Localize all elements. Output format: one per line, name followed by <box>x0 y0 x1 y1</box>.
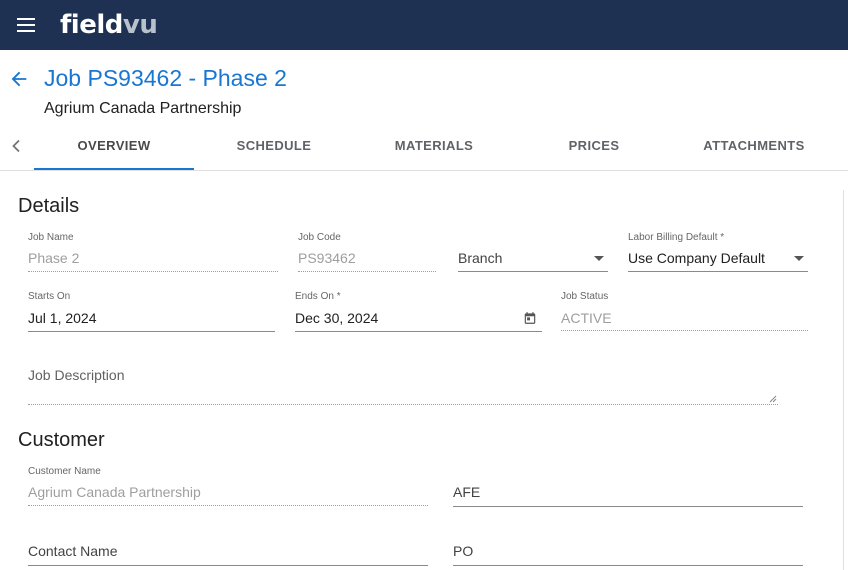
tab-bar: OVERVIEW SCHEDULE MATERIALS PRICES ATTAC… <box>0 122 848 171</box>
page-subtitle: Agrium Canada Partnership <box>44 100 242 117</box>
branch-select[interactable]: Branch <box>458 232 608 272</box>
customer-section-title: Customer <box>18 429 105 451</box>
afe-input[interactable]: AFE <box>453 466 803 507</box>
job-status-underline <box>561 330 808 331</box>
job-status-value: ACTIVE <box>561 310 612 326</box>
arrow-left-icon[interactable] <box>8 68 30 90</box>
job-code-field: Job Code PS93462 <box>298 232 436 272</box>
caret-down-icon[interactable] <box>794 256 804 261</box>
ends-on-value: Dec 30, 2024 <box>295 310 379 326</box>
labor-billing-label: Labor Billing Default * <box>628 232 725 243</box>
labor-billing-value: Use Company Default <box>628 250 765 266</box>
job-code-label: Job Code <box>298 232 341 243</box>
active-tab-indicator <box>34 168 194 170</box>
job-name-underline <box>28 271 278 272</box>
afe-underline <box>453 506 803 507</box>
job-status-field: Job Status ACTIVE <box>561 291 808 331</box>
calendar-icon[interactable] <box>523 311 537 325</box>
ends-on-underline <box>295 331 542 332</box>
fieldvu-logo[interactable]: fieldvu <box>60 9 158 41</box>
customer-name-label: Customer Name <box>28 466 101 477</box>
job-name-field: Job Name Phase 2 <box>28 232 278 272</box>
starts-on-value: Jul 1, 2024 <box>28 310 97 326</box>
contact-name-underline <box>28 565 428 566</box>
job-description-textarea[interactable]: Job Description <box>28 367 778 405</box>
po-input[interactable]: PO <box>453 525 803 566</box>
starts-on-field[interactable]: Starts On Jul 1, 2024 <box>28 291 275 332</box>
labor-billing-select[interactable]: Labor Billing Default * Use Company Defa… <box>628 232 808 272</box>
resize-grip-icon[interactable] <box>769 395 777 403</box>
customer-name-underline <box>28 505 428 506</box>
tab-materials[interactable]: MATERIALS <box>354 122 514 170</box>
starts-on-label: Starts On <box>28 291 71 302</box>
tab-overview[interactable]: OVERVIEW <box>34 122 194 170</box>
contact-name-input[interactable]: Contact Name <box>28 525 428 566</box>
customer-name-value: Agrium Canada Partnership <box>28 484 201 500</box>
customer-name-field: Customer Name Agrium Canada Partnership <box>28 466 428 506</box>
tab-schedule[interactable]: SCHEDULE <box>194 122 354 170</box>
job-status-label: Job Status <box>561 291 609 302</box>
afe-placeholder: AFE <box>453 484 481 500</box>
job-code-value: PS93462 <box>298 250 356 266</box>
details-section-title: Details <box>18 195 80 217</box>
tab-prices[interactable]: PRICES <box>514 122 674 170</box>
menu-icon[interactable] <box>14 14 38 36</box>
job-name-label: Job Name <box>28 232 74 243</box>
job-description-underline <box>28 404 778 405</box>
page-title: Job PS93462 - Phase 2 <box>44 65 287 91</box>
caret-down-icon[interactable] <box>594 256 604 261</box>
scroll-area-border <box>843 190 844 570</box>
tab-attachments[interactable]: ATTACHMENTS <box>674 122 834 170</box>
labor-billing-underline <box>628 271 808 272</box>
contact-name-placeholder: Contact Name <box>28 543 118 559</box>
branch-placeholder: Branch <box>458 250 503 266</box>
job-name-value: Phase 2 <box>28 250 80 266</box>
logo-text-primary: field <box>60 10 123 40</box>
branch-underline <box>458 271 608 272</box>
job-code-underline <box>298 271 436 272</box>
po-placeholder: PO <box>453 543 474 559</box>
ends-on-label: Ends On * <box>295 291 341 302</box>
po-underline <box>453 565 803 566</box>
ends-on-field[interactable]: Ends On * Dec 30, 2024 <box>295 291 542 332</box>
logo-text-secondary: vu <box>122 10 158 40</box>
app-bar: fieldvu <box>0 0 848 50</box>
job-description-placeholder: Job Description <box>28 367 125 383</box>
chevron-left-icon[interactable] <box>0 122 32 170</box>
starts-on-underline <box>28 331 275 332</box>
